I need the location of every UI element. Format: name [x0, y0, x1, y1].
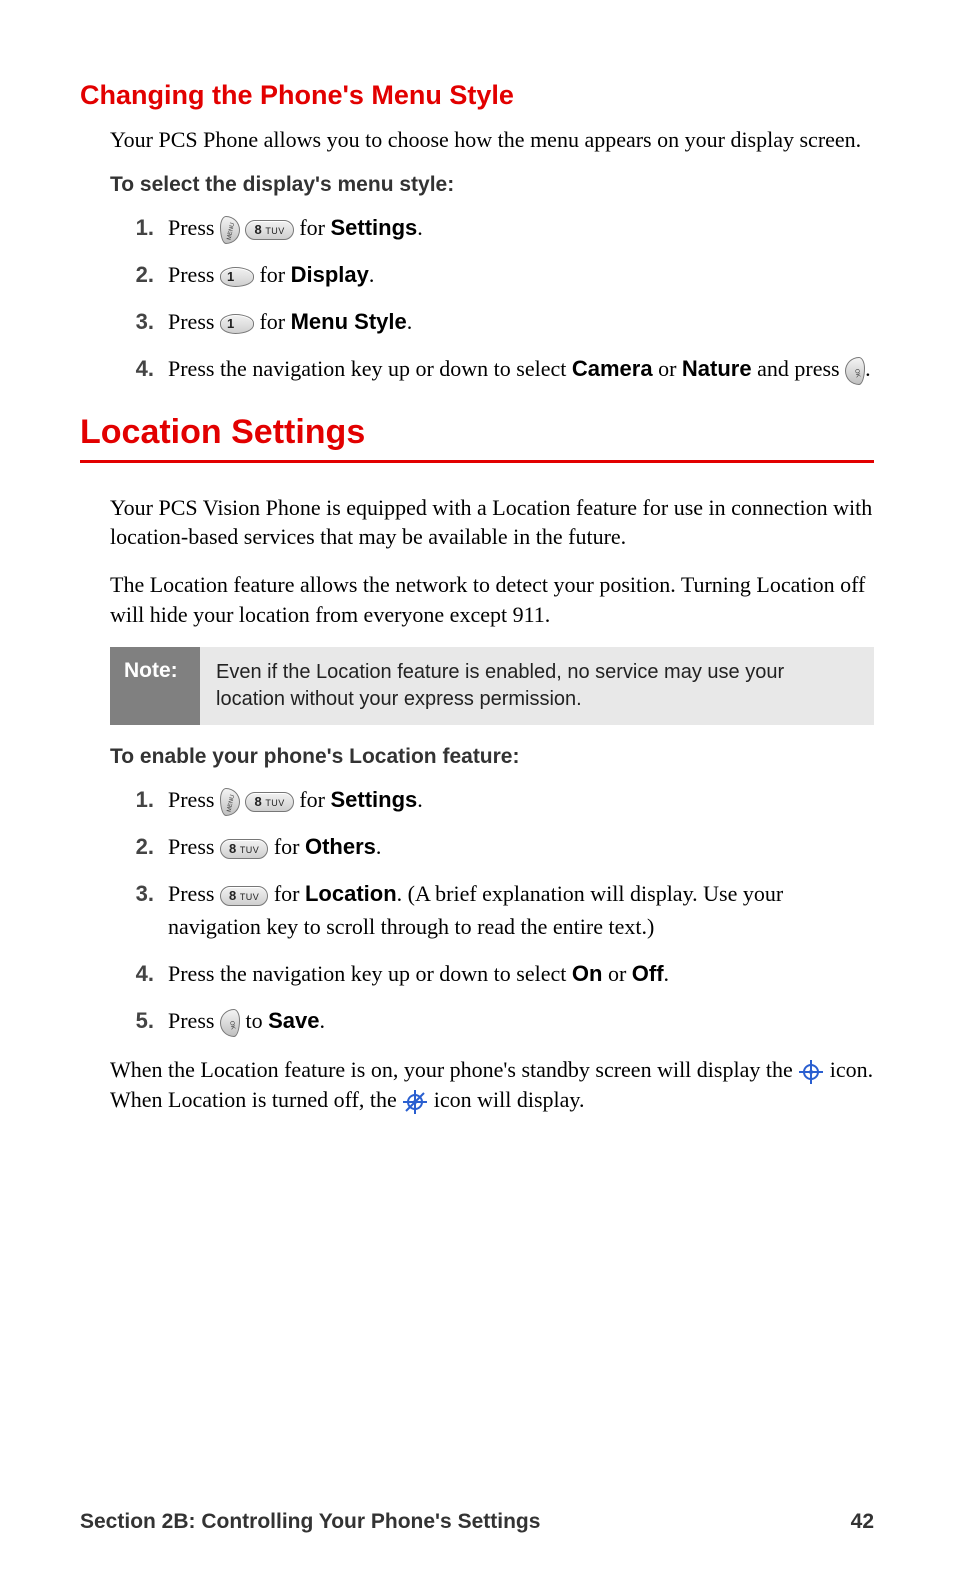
step-text: for	[259, 309, 290, 334]
step-bold: Settings	[330, 787, 417, 812]
step-text: .	[376, 834, 382, 859]
key-1-icon: 1	[220, 314, 254, 334]
paragraph-text: icon will display.	[434, 1087, 585, 1112]
subheading-menu-style: Changing the Phone's Menu Style	[80, 80, 874, 111]
step-text: .	[417, 787, 423, 812]
step-text: or	[653, 356, 682, 381]
step-text: and press	[752, 356, 845, 381]
note-box: Note: Even if the Location feature is en…	[110, 647, 874, 725]
step-text: Press	[168, 1008, 220, 1033]
step-text: Press	[168, 787, 220, 812]
location-off-icon	[402, 1089, 428, 1115]
step-bold: Others	[305, 834, 376, 859]
step-bold: Off	[632, 961, 664, 986]
step-bold: Settings	[330, 215, 417, 240]
step-bold: On	[572, 961, 603, 986]
step-bold: Nature	[682, 356, 752, 381]
step-text: .	[664, 961, 670, 986]
step-bold: Camera	[572, 356, 653, 381]
step-bold: Menu Style	[291, 309, 407, 334]
note-body: Even if the Location feature is enabled,…	[200, 647, 874, 725]
step-text: Press	[168, 834, 220, 859]
step-bold: Save	[268, 1008, 319, 1033]
step-text: for	[274, 881, 305, 906]
step-text: or	[602, 961, 631, 986]
paragraph: The Location feature allows the network …	[110, 570, 874, 629]
step-item: Press 8 TUV for Others.	[110, 830, 874, 863]
steps-location: Press 8 TUV for Settings. Press 8 TUV fo…	[110, 783, 874, 1037]
note-label: Note:	[110, 647, 200, 725]
step-text: for	[299, 787, 330, 812]
step-text: for	[259, 262, 290, 287]
menu-key-icon	[220, 216, 240, 244]
step-text: .	[319, 1008, 325, 1033]
step-text: Press	[168, 215, 220, 240]
step-item: Press 8 TUV for Location. (A brief expla…	[110, 877, 874, 943]
step-item: Press 8 TUV for Settings.	[110, 783, 874, 816]
step-item: Press to Save.	[110, 1004, 874, 1037]
page-number: 42	[851, 1510, 874, 1534]
footer-section-title: Section 2B: Controlling Your Phone's Set…	[80, 1510, 540, 1534]
ok-key-icon	[220, 1009, 240, 1037]
key-1-icon: 1	[220, 267, 254, 287]
step-text: Press	[168, 262, 220, 287]
page-footer: Section 2B: Controlling Your Phone's Set…	[80, 1510, 874, 1534]
location-on-icon	[798, 1059, 824, 1085]
step-item: Press the navigation key up or down to s…	[110, 352, 874, 385]
paragraph: Your PCS Phone allows you to choose how …	[110, 125, 874, 155]
step-text: Press	[168, 881, 220, 906]
key-8-icon: 8 TUV	[245, 220, 293, 240]
heading-location-settings: Location Settings	[80, 413, 874, 452]
step-item: Press the navigation key up or down to s…	[110, 957, 874, 990]
step-text: .	[407, 309, 413, 334]
paragraph: When the Location feature is on, your ph…	[110, 1055, 874, 1115]
key-8-icon: 8 TUV	[220, 839, 268, 859]
key-8-icon: 8 TUV	[245, 792, 293, 812]
instruction-label: To select the display's menu style:	[110, 173, 874, 197]
instruction-label: To enable your phone's Location feature:	[110, 745, 874, 769]
step-text: for	[299, 215, 330, 240]
step-text: for	[274, 834, 305, 859]
key-8-icon: 8 TUV	[220, 886, 268, 906]
step-text: .	[369, 262, 375, 287]
steps-menu-style: Press 8 TUV for Settings. Press 1 for Di…	[110, 211, 874, 385]
paragraph-text: When the Location feature is on, your ph…	[110, 1057, 798, 1082]
step-bold: Location	[305, 881, 397, 906]
step-text: to	[245, 1008, 268, 1033]
step-text: .	[865, 356, 871, 381]
menu-key-icon	[220, 788, 240, 816]
ok-key-icon	[845, 357, 865, 385]
step-item: Press 1 for Display.	[110, 258, 874, 291]
step-item: Press 8 TUV for Settings.	[110, 211, 874, 244]
step-text: Press the navigation key up or down to s…	[168, 356, 572, 381]
step-text: .	[417, 215, 423, 240]
step-text: Press the navigation key up or down to s…	[168, 961, 572, 986]
section-rule	[80, 460, 874, 463]
paragraph: Your PCS Vision Phone is equipped with a…	[110, 493, 874, 552]
step-bold: Display	[291, 262, 369, 287]
step-item: Press 1 for Menu Style.	[110, 305, 874, 338]
step-text: Press	[168, 309, 220, 334]
